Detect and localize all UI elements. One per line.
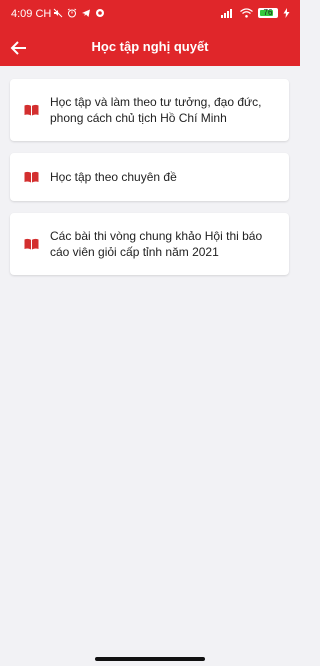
signal-icon	[221, 9, 232, 18]
home-indicator[interactable]	[95, 657, 205, 661]
status-bar: 4:09 CH 76	[0, 0, 300, 30]
list-item-label: Học tập theo chuyên đề	[50, 170, 177, 184]
app-icon	[96, 9, 104, 17]
page-title: Học tập nghị quyết	[91, 39, 209, 54]
list-item[interactable]: Các bài thi vòng chung khảo Hội thi báo …	[10, 213, 289, 275]
app-bar: Học tập nghị quyết	[0, 30, 300, 66]
resolution-list: Học tập và làm theo tư tưởng, đạo đức, p…	[10, 79, 289, 287]
status-right-icons: 76	[221, 8, 290, 18]
top-bar: 4:09 CH 76 Học tập nghị quyết	[0, 0, 300, 66]
alarm-icon	[67, 8, 77, 18]
book-icon	[24, 238, 39, 250]
status-time: 4:09 CH	[11, 8, 52, 20]
charging-icon	[283, 8, 290, 18]
wifi-icon	[240, 8, 253, 18]
list-item[interactable]: Học tập theo chuyên đề	[10, 153, 289, 201]
book-icon	[24, 171, 39, 183]
mute-icon	[53, 8, 63, 18]
battery-level: 76	[263, 8, 273, 17]
status-left-icons	[53, 8, 105, 18]
list-item-label: Các bài thi vòng chung khảo Hội thi báo …	[50, 229, 263, 259]
book-icon	[24, 104, 39, 116]
list-item[interactable]: Học tập và làm theo tư tưởng, đạo đức, p…	[10, 79, 289, 141]
list-item-label: Học tập và làm theo tư tưởng, đạo đức, p…	[50, 95, 262, 125]
telegram-icon	[82, 9, 90, 17]
battery-icon: 76	[258, 8, 278, 18]
